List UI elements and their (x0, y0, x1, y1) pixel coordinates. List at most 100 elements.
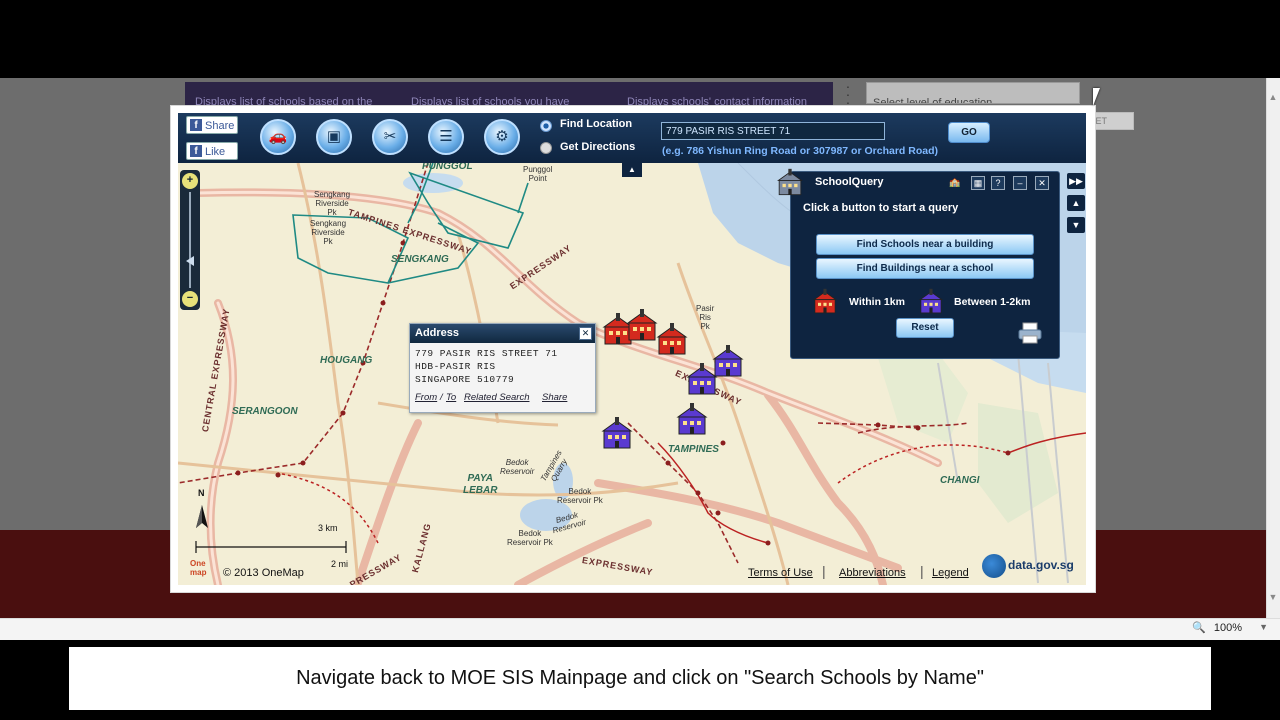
scale-km: 3 km (318, 523, 338, 533)
facebook-icon: f (190, 119, 202, 131)
page-scrollbar[interactable] (1266, 78, 1280, 618)
car-icon[interactable]: 🚗 (260, 119, 296, 155)
background-tab-2[interactable]: Displays list of schools you have (411, 82, 601, 106)
fast-forward-icon[interactable]: ▶▶ (1067, 173, 1085, 189)
find-location-radio[interactable] (540, 120, 552, 132)
label-changi: CHANGI (940, 475, 980, 486)
school-building-icon: 🏫 (949, 177, 961, 187)
location-search-input[interactable] (661, 122, 885, 140)
zoom-out-icon[interactable]: − (182, 291, 198, 307)
related-search-link[interactable]: Related Search (464, 392, 529, 403)
school-marker-far[interactable] (674, 403, 710, 437)
divider: | (920, 563, 924, 579)
background-tab-3[interactable]: Displays schools' contact information (627, 82, 833, 106)
from-link[interactable]: From (415, 392, 437, 403)
zoom-thumb[interactable] (186, 256, 194, 266)
level-of-education-select[interactable]: Select level of education (866, 82, 1080, 104)
school-marker-far[interactable] (599, 417, 635, 451)
scale-mi: 2 mi (331, 559, 349, 569)
collapse-toolbar-icon[interactable]: ▲ (622, 163, 642, 177)
layers-icon[interactable]: ▣ (316, 119, 352, 155)
label-punggol-point: Punggol Point (523, 165, 553, 183)
link-separator: / (440, 392, 443, 403)
caption-box: Navigate back to MOE SIS Mainpage and cl… (69, 647, 1211, 710)
label-paya-lebar: PAYA LEBAR (463, 473, 498, 496)
find-buildings-near-school-button[interactable]: Find Buildings near a school (816, 258, 1034, 279)
zoom-track[interactable] (189, 192, 191, 288)
school-marker-far[interactable] (684, 363, 720, 397)
zoom-slider[interactable]: + − (180, 170, 200, 310)
school-near-legend-icon (811, 288, 839, 316)
tools-icon[interactable]: ✂ (372, 119, 408, 155)
label-bedok-reservoir: Bedok Reservoir (500, 458, 535, 476)
legend-within-1km: Within 1km (849, 296, 905, 308)
legend-between-1-2km: Between 1-2km (954, 296, 1031, 308)
chevron-down-icon[interactable]: ▼ (1259, 622, 1268, 632)
list-icon[interactable]: ☰ (428, 119, 464, 155)
status-bar: 🔍 100% ▼ (0, 618, 1280, 640)
onemap-logo: One map (190, 559, 207, 577)
find-location-label: Find Location (560, 118, 633, 130)
terms-of-use-link[interactable]: Terms of Use (748, 567, 813, 579)
more-vertical-icon: · · · (845, 78, 851, 110)
abbreviations-link[interactable]: Abbreviations (839, 567, 906, 579)
share-link[interactable]: Share (542, 392, 567, 403)
table-icon[interactable]: ▦ (971, 176, 985, 190)
label-punggol: PUNGGOL (422, 163, 473, 172)
school-query-instruction: Click a button to start a query (803, 202, 959, 214)
zoom-icon[interactable]: 🔍 (1192, 621, 1206, 634)
close-icon[interactable]: ✕ (579, 327, 592, 340)
label-bedok-reservoir-pk-2: Bedok Reservoir Pk (507, 529, 553, 547)
north-label: N (198, 488, 205, 498)
label-sengkang-riverside-1: Sengkang Riverside Pk (314, 190, 351, 217)
label-serangoon: SERANGOON (232, 406, 298, 417)
map-toolbar: f Share f Like 🚗 ▣ ✂ ☰ ⚙ Find Location Get… (178, 113, 1086, 163)
facebook-share-label: Share (205, 120, 235, 132)
legend-link[interactable]: Legend (932, 567, 969, 579)
address-line-3: SINGAPORE 510779 (415, 374, 515, 385)
label-sengkang: SENGKANG (391, 254, 449, 265)
minimize-icon[interactable]: – (1013, 176, 1027, 190)
background-tab-bar: Displays list of schools based on the Di… (185, 82, 833, 106)
school-query-icon (775, 168, 805, 198)
label-sengkang-riverside-2: Sengkang Riverside Pk (310, 219, 347, 246)
address-line-1: 779 PASIR RIS STREET 71 (415, 348, 558, 359)
address-popup: Address ✕ 779 PASIR RIS STREET 71 HDB-PA… (409, 323, 596, 413)
help-icon[interactable]: ? (991, 176, 1005, 190)
settings-icon[interactable]: ⚙ (484, 119, 520, 155)
mouse-cursor (1093, 88, 1107, 106)
caption-text: Navigate back to MOE SIS Mainpage and cl… (296, 667, 984, 689)
label-bedok-reservoir-pk: Bedok Reservoir Pk (557, 487, 603, 505)
school-query-panel: SchoolQuery 🏫 ▦ ? – ✕ Click a button to … (777, 168, 1060, 359)
label-pasir-ris-pk: Pasir Ris Pk (696, 304, 715, 331)
close-icon[interactable]: ✕ (1035, 176, 1049, 190)
school-marker-near[interactable] (654, 323, 690, 357)
get-directions-label: Get Directions (560, 141, 636, 153)
go-button[interactable]: GO (948, 122, 990, 143)
facebook-like-button[interactable]: f Like (186, 142, 238, 160)
scroll-up-icon[interactable]: ▲ (1268, 92, 1278, 102)
school-query-title: SchoolQuery (815, 176, 884, 188)
datagov-logo[interactable]: data.gov.sg (1008, 558, 1074, 572)
facebook-icon: f (190, 145, 202, 157)
globe-icon (982, 554, 1006, 578)
scroll-down-icon[interactable]: ▼ (1268, 592, 1278, 602)
label-hougang: HOUGANG (320, 355, 373, 366)
reset-button[interactable]: Reset (896, 318, 954, 338)
facebook-like-label: Like (205, 146, 226, 158)
print-icon[interactable] (1018, 322, 1042, 344)
chevron-up-icon[interactable]: ▲ (1067, 195, 1085, 211)
get-directions-radio[interactable] (540, 142, 552, 154)
find-schools-near-building-button[interactable]: Find Schools near a building (816, 234, 1034, 255)
divider: | (822, 563, 826, 579)
zoom-in-icon[interactable]: + (182, 173, 198, 189)
chevron-down-icon[interactable]: ▼ (1067, 217, 1085, 233)
background-tab-1[interactable]: Displays list of schools based on the (195, 82, 395, 106)
map-copyright: © 2013 OneMap (223, 567, 304, 579)
address-popup-title: Address (410, 324, 595, 343)
facebook-share-button[interactable]: f Share (186, 116, 238, 134)
search-example: (e.g. 786 Yishun Ring Road or 307987 or … (662, 145, 938, 157)
school-far-legend-icon (917, 288, 945, 316)
zoom-level[interactable]: 100% (1214, 622, 1242, 634)
to-link[interactable]: To (446, 392, 456, 403)
